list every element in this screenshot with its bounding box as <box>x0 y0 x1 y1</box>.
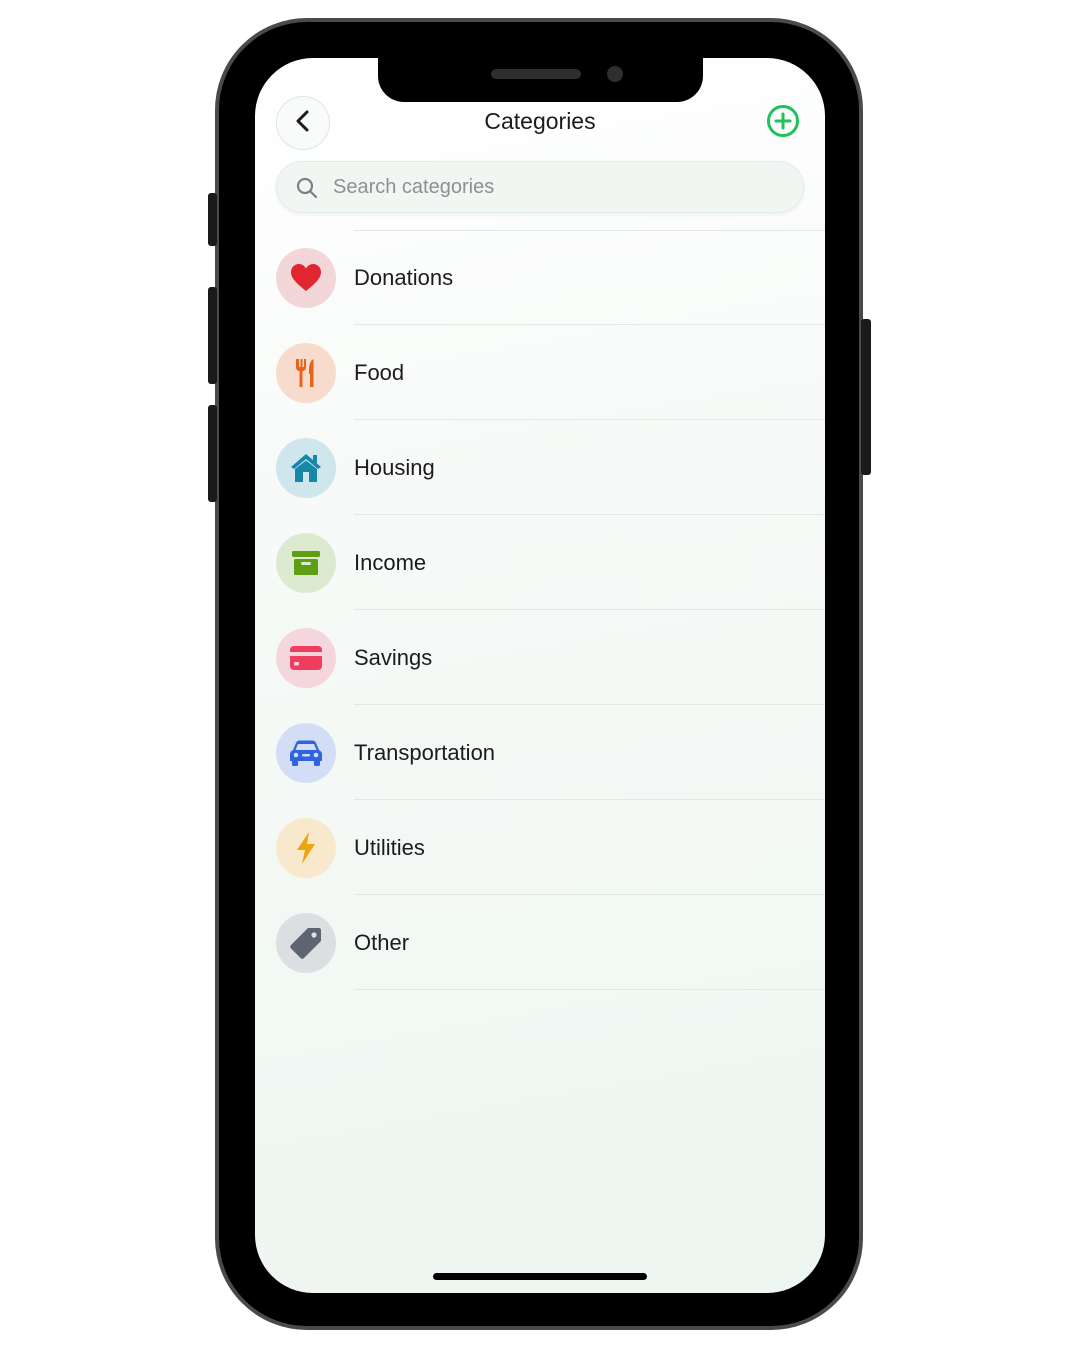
power-button <box>861 319 871 475</box>
search-input[interactable]: Search categories <box>333 176 494 199</box>
category-label: Housing <box>354 455 435 480</box>
add-category-button[interactable] <box>766 104 800 143</box>
category-label: Food <box>354 360 405 385</box>
notch <box>378 58 703 102</box>
category-row-other[interactable]: Other <box>255 895 825 990</box>
category-label: Savings <box>354 645 433 670</box>
credit-card-icon <box>276 628 336 688</box>
heart-icon <box>276 248 336 308</box>
category-label: Transportation <box>354 740 496 765</box>
page-title: Categories <box>484 108 596 134</box>
divider <box>354 989 825 990</box>
category-row-transportation[interactable]: Transportation <box>255 705 825 800</box>
fork-knife-icon <box>276 343 336 403</box>
app-screen: Categories Search categories Donations F… <box>255 58 825 1293</box>
category-row-income[interactable]: Income <box>255 515 825 610</box>
home-indicator[interactable] <box>433 1273 647 1280</box>
mute-switch <box>208 193 217 246</box>
category-label: Other <box>354 930 410 955</box>
speaker <box>491 69 581 79</box>
category-row-utilities[interactable]: Utilities <box>255 800 825 895</box>
search-bar[interactable]: Search categories <box>276 161 804 213</box>
house-icon <box>276 438 336 498</box>
archive-box-icon <box>276 533 336 593</box>
category-row-food[interactable]: Food <box>255 325 825 420</box>
search-icon <box>295 176 319 205</box>
plus-circle-icon <box>766 104 800 143</box>
category-label: Donations <box>354 265 454 290</box>
tag-icon <box>276 913 336 973</box>
volume-down-button <box>208 405 217 502</box>
category-row-housing[interactable]: Housing <box>255 420 825 515</box>
volume-up-button <box>208 287 217 384</box>
category-row-savings[interactable]: Savings <box>255 610 825 705</box>
lightning-bolt-icon <box>276 818 336 878</box>
front-camera <box>607 66 623 82</box>
car-icon <box>276 723 336 783</box>
category-label: Utilities <box>354 835 425 860</box>
category-row-donations[interactable]: Donations <box>255 230 825 325</box>
category-label: Income <box>354 550 427 575</box>
